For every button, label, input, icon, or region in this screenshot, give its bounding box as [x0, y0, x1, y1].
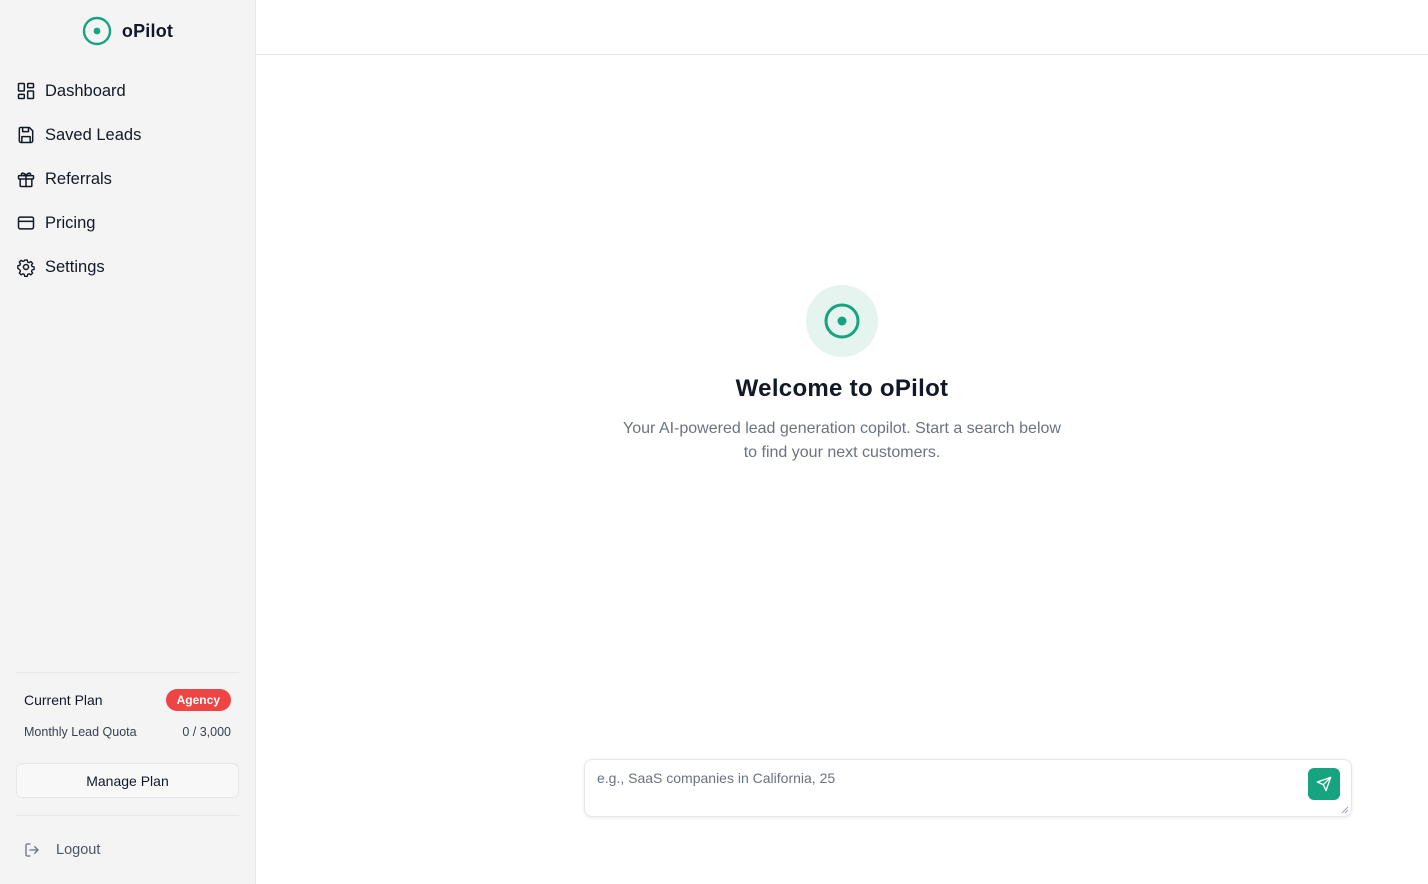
- logout-label: Logout: [56, 842, 101, 858]
- logout-button[interactable]: Logout: [16, 816, 239, 884]
- sidebar-item-label: Saved Leads: [45, 125, 142, 144]
- plan-badge: Agency: [165, 689, 231, 711]
- brand-name: oPilot: [121, 20, 174, 41]
- gear-icon: [17, 259, 35, 277]
- main-content: Welcome to oPilot Your AI-powered lead g…: [256, 0, 1428, 884]
- sidebar-item-label: Settings: [45, 257, 105, 276]
- welcome-title: Welcome to oPilot: [735, 375, 949, 402]
- search-input[interactable]: [585, 760, 1351, 816]
- send-button[interactable]: [1308, 768, 1340, 800]
- sidebar-item-label: Dashboard: [45, 81, 126, 100]
- save-icon: [18, 126, 34, 144]
- sidebar-item-saved-leads[interactable]: Saved Leads: [0, 113, 255, 157]
- credit-card-icon: [17, 216, 35, 230]
- sidebar-footer: Current Plan Agency Monthly Lead Quota 0…: [16, 672, 239, 884]
- sidebar-item-label: Pricing: [45, 213, 96, 232]
- app-root: oPilot Dashboard Saved Leads Referrals P…: [0, 0, 1428, 884]
- manage-plan-button[interactable]: Manage Plan: [16, 763, 239, 798]
- resize-handle-icon[interactable]: [1341, 806, 1349, 814]
- brand[interactable]: oPilot: [0, 0, 255, 62]
- quota-value: 0 / 3,000: [182, 725, 231, 739]
- target-logo-icon: [82, 16, 112, 46]
- hero-icon-wrapper: [806, 285, 878, 357]
- sidebar-item-label: Referrals: [45, 169, 112, 188]
- gift-icon: [17, 172, 35, 188]
- logout-icon: [25, 843, 39, 857]
- plan-title: Current Plan: [24, 692, 103, 708]
- welcome-panel: Welcome to oPilot Your AI-powered lead g…: [256, 285, 1428, 465]
- search-composer: [584, 759, 1352, 817]
- dashboard-grid-icon: [17, 82, 35, 100]
- sidebar-item-referrals[interactable]: Referrals: [0, 157, 255, 201]
- sidebar: oPilot Dashboard Saved Leads Referrals P…: [0, 0, 256, 884]
- sidebar-item-dashboard[interactable]: Dashboard: [0, 69, 255, 113]
- sidebar-item-pricing[interactable]: Pricing: [0, 201, 255, 245]
- welcome-subtitle: Your AI-powered lead generation copilot.…: [623, 420, 1061, 461]
- sidebar-nav: Dashboard Saved Leads Referrals Pricing …: [0, 62, 255, 289]
- plan-panel: Current Plan Agency Monthly Lead Quota 0…: [16, 673, 239, 739]
- send-icon: [1316, 776, 1332, 792]
- sidebar-item-settings[interactable]: Settings: [0, 245, 255, 289]
- target-icon: [824, 303, 860, 339]
- top-bar: [256, 0, 1428, 55]
- quota-label: Monthly Lead Quota: [24, 725, 137, 739]
